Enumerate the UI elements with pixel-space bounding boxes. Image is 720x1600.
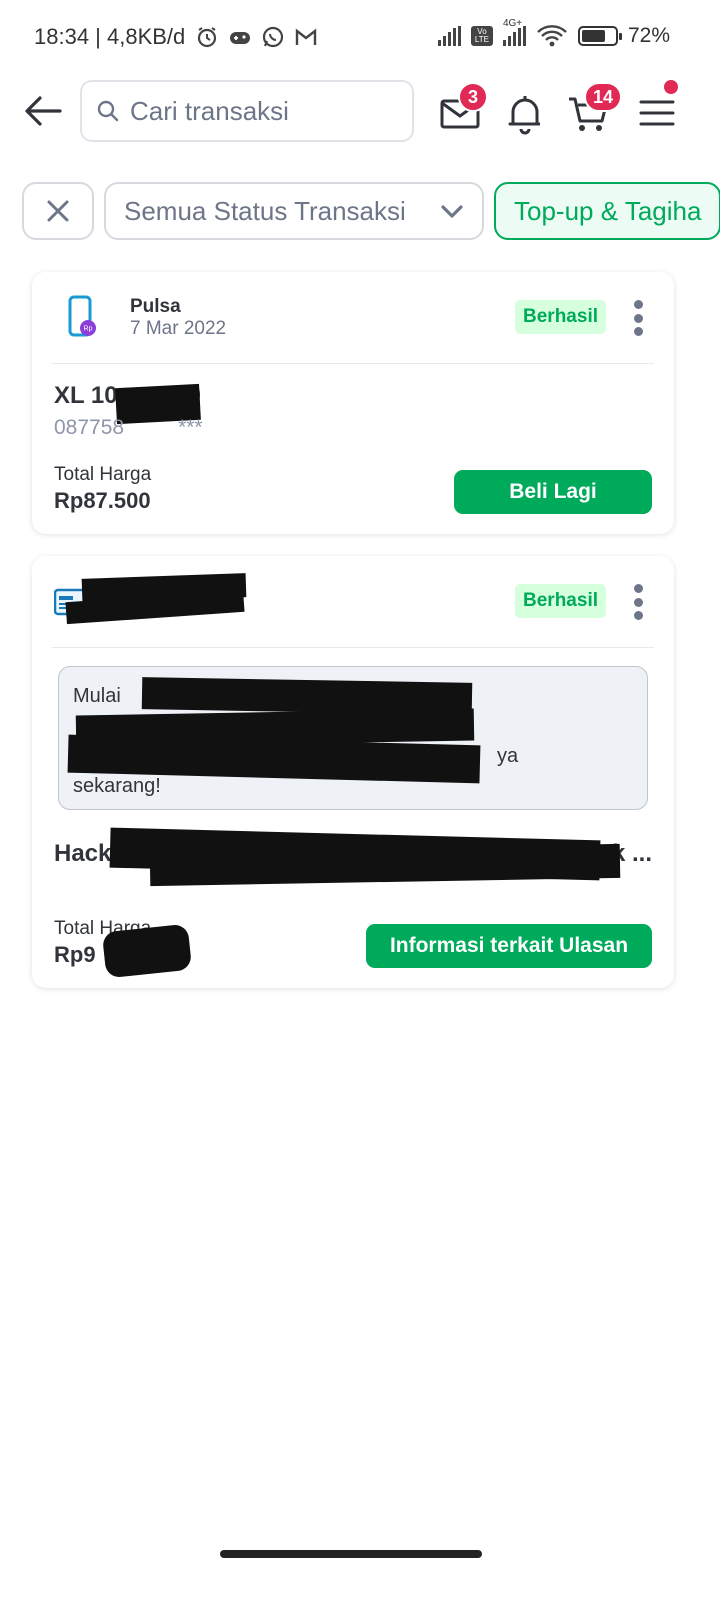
alarm-icon [198, 27, 217, 48]
status-badge: Berhasil [515, 300, 606, 334]
status-badge: Berhasil [515, 584, 606, 618]
transaction-date: 7 Mar 2022 [130, 318, 227, 339]
close-icon [47, 200, 69, 222]
bell-icon [508, 96, 540, 135]
chevron-down-icon [441, 205, 463, 218]
header: 3 14 [0, 78, 720, 146]
menu-dot [664, 80, 678, 94]
clear-filter-button[interactable] [22, 182, 94, 240]
total-label: Total Harga [54, 464, 152, 485]
status-right: Vo LTE 4G+ 72% [437, 18, 670, 48]
whatsapp-icon [263, 26, 284, 48]
transaction-card[interactable]: Rp Pulsa 7 Mar 2022 Berhasil XL 100 0877… [32, 272, 674, 534]
status-filter-label: Semua Status Transaksi [124, 195, 406, 226]
buy-again-button[interactable]: Beli Lagi [454, 470, 652, 514]
svg-text:Rp: Rp [84, 326, 93, 333]
category-name: Pulsa [130, 296, 181, 317]
category-filter-chip[interactable]: Top-up & Tagiha [494, 182, 720, 240]
more-options-icon[interactable] [622, 298, 654, 338]
search-input[interactable] [130, 95, 390, 127]
gmail-icon [296, 28, 317, 45]
redaction-mark [101, 923, 193, 979]
inbox-button[interactable]: 3 [438, 82, 488, 136]
status-filter-dropdown[interactable]: Semua Status Transaksi [104, 182, 484, 240]
volte-icon: Vo LTE [470, 26, 493, 46]
category-filter-label: Top-up & Tagiha [514, 195, 702, 226]
status-left: 18:34 | 4,8KB/d [34, 24, 318, 50]
menu-button[interactable] [634, 80, 680, 136]
battery-percent: 72% [627, 24, 670, 47]
phone-number: 087758 *** [54, 416, 203, 439]
inbox-badge: 3 [458, 82, 488, 112]
redaction-mark [149, 843, 621, 887]
status-time: 18:34 | 4,8KB/d [34, 24, 186, 49]
phone-credit-icon: Rp [68, 295, 96, 337]
more-options-icon[interactable] [622, 582, 654, 622]
game-icon [230, 32, 251, 44]
review-info-button[interactable]: Informasi terkait Ulasan [366, 924, 652, 968]
filter-bar: Semua Status Transaksi Top-up & Tagiha [22, 182, 720, 242]
wifi-icon [537, 25, 567, 47]
search-box[interactable] [80, 80, 414, 142]
home-indicator[interactable] [220, 1550, 482, 1558]
cart-badge: 14 [584, 82, 623, 112]
battery-icon [577, 26, 622, 46]
back-arrow-icon[interactable] [22, 90, 64, 132]
signal-2-icon: 4G+ [502, 18, 526, 46]
notification-button[interactable] [502, 90, 548, 136]
cart-button[interactable]: 14 [566, 82, 623, 136]
transaction-card[interactable]: Berhasil Mulai ya sekarang! Hack uk ... T… [32, 556, 674, 988]
hamburger-icon [639, 100, 675, 126]
card-header: Rp Pulsa 7 Mar 2022 Berhasil [52, 272, 654, 364]
search-icon [97, 100, 119, 122]
total-price: Rp87.500 [54, 488, 151, 513]
status-bar: 18:34 | 4,8KB/d Vo LTE 4G+ 72% [0, 0, 720, 80]
card-header: Berhasil [52, 556, 654, 648]
signal-icon [437, 26, 461, 46]
